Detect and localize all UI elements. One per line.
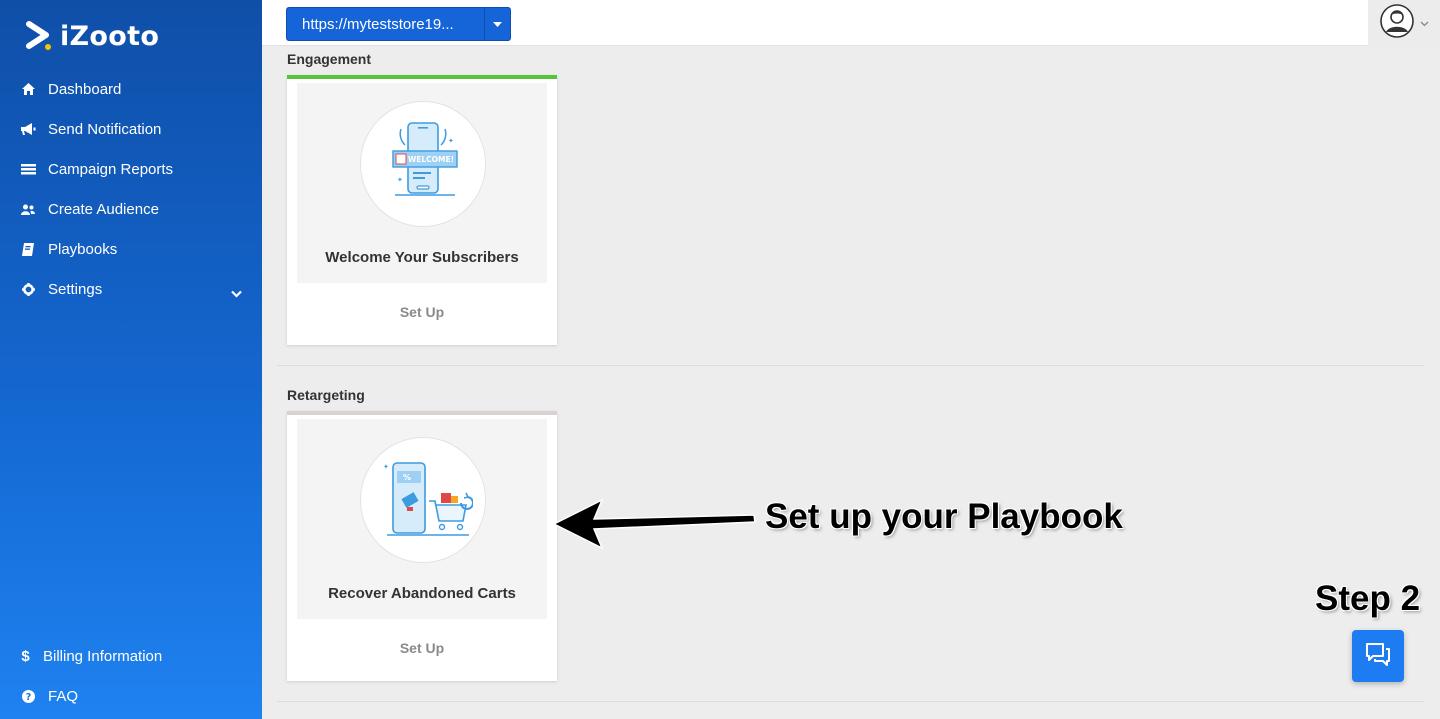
sidebar-item-label: Billing Information	[43, 647, 163, 665]
brand-name: iZooto	[60, 20, 160, 52]
cart-illustration-text: %	[403, 473, 411, 482]
reports-icon	[20, 161, 36, 177]
sidebar-bottom-nav: $ Billing Information ? FAQ	[0, 636, 262, 716]
chevron-down-icon[interactable]	[231, 285, 242, 302]
sidebar-item-campaign-reports[interactable]: Campaign Reports	[0, 149, 262, 189]
home-icon	[20, 81, 36, 97]
annotation-label: Set up your Playbook	[765, 497, 1123, 536]
playbook-card-abandoned-carts: % ✦ Recover Abandoned Carts Set Up	[287, 411, 557, 681]
card-accent-bar	[287, 411, 557, 415]
gear-icon	[20, 281, 36, 297]
sidebar-item-label: Playbooks	[48, 240, 118, 258]
izooto-logo-icon	[26, 20, 54, 52]
sidebar-item-settings[interactable]: Settings	[0, 269, 262, 309]
sidebar-item-label: Settings	[48, 280, 103, 298]
welcome-illustration: WELCOME! ✦ ✦	[360, 101, 486, 227]
sidebar-item-label: Campaign Reports	[48, 160, 174, 178]
dollar-icon: $	[21, 647, 30, 665]
user-avatar-icon[interactable]	[1379, 3, 1414, 43]
setup-button[interactable]: Set Up	[287, 304, 557, 320]
sidebar-item-label: FAQ	[48, 687, 79, 705]
sidebar-item-create-audience[interactable]: Create Audience	[0, 189, 262, 229]
card-title: Welcome Your Subscribers	[325, 249, 519, 266]
welcome-illustration-text: WELCOME!	[408, 155, 454, 164]
svg-text:✦: ✦	[448, 137, 454, 145]
book-icon	[20, 241, 36, 257]
card-title: Recover Abandoned Carts	[328, 585, 516, 602]
step-label: Step 2	[1315, 579, 1421, 618]
annotation-arrow	[552, 498, 756, 550]
card-accent-bar	[287, 75, 557, 79]
brand-logo[interactable]: iZooto	[26, 20, 159, 52]
top-bar: https://myteststore19...	[262, 0, 1440, 46]
caret-down-icon[interactable]	[484, 8, 510, 40]
chat-widget-button[interactable]	[1352, 630, 1404, 682]
sidebar-item-dashboard[interactable]: Dashboard	[0, 69, 262, 109]
megaphone-icon	[20, 121, 36, 137]
section-title-engagement: Engagement	[287, 51, 372, 67]
sidebar-item-playbooks[interactable]: Playbooks	[0, 229, 262, 269]
chevron-down-icon[interactable]	[1420, 14, 1429, 32]
cart-illustration: % ✦	[360, 437, 486, 563]
playbook-card-welcome: WELCOME! ✦ ✦ Welcome Your Subscribers Se…	[287, 75, 557, 345]
profile-menu[interactable]	[1368, 0, 1440, 46]
card-preview[interactable]: % ✦ Recover Abandoned Carts	[297, 419, 547, 619]
site-selector[interactable]: https://myteststore19...	[286, 7, 511, 41]
sidebar-item-faq[interactable]: ? FAQ	[0, 676, 262, 716]
site-url[interactable]: https://myteststore19...	[287, 16, 484, 33]
svg-text:✦: ✦	[397, 176, 403, 184]
chat-icon	[1365, 641, 1391, 672]
section-divider	[277, 365, 1424, 366]
sidebar-item-label: Dashboard	[48, 80, 122, 98]
svg-text:✦: ✦	[383, 463, 389, 471]
sidebar-nav: Dashboard Send Notification Campaign Rep…	[0, 69, 262, 309]
question-icon: ?	[20, 688, 36, 704]
setup-button[interactable]: Set Up	[287, 640, 557, 656]
section-title-retargeting: Retargeting	[287, 387, 365, 403]
svg-text:?: ?	[25, 692, 31, 703]
card-preview[interactable]: WELCOME! ✦ ✦ Welcome Your Subscribers	[297, 83, 547, 283]
section-divider	[277, 701, 1424, 702]
users-icon	[20, 201, 36, 217]
sidebar-item-label: Create Audience	[48, 200, 159, 218]
sidebar-item-label: Send Notification	[48, 120, 162, 138]
sidebar-item-billing-information[interactable]: $ Billing Information	[0, 636, 262, 676]
sidebar-item-send-notification[interactable]: Send Notification	[0, 109, 262, 149]
sidebar: iZooto Dashboard Send Notification Campa…	[0, 0, 262, 719]
